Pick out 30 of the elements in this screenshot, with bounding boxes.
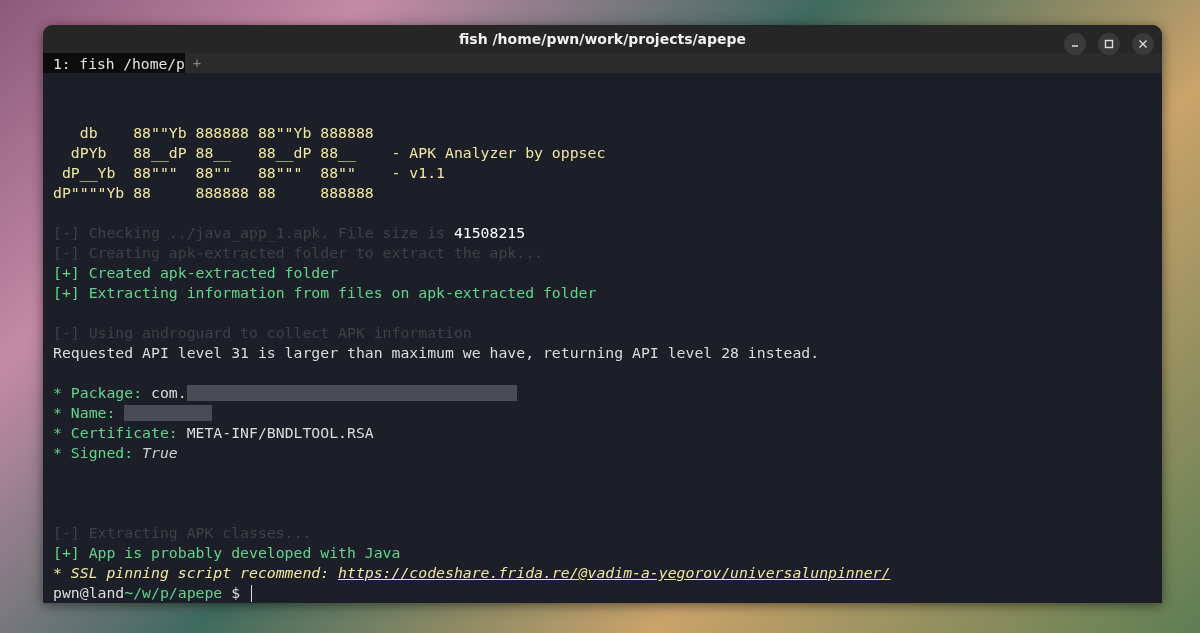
maximize-icon [1104, 39, 1114, 49]
url-link[interactable]: https://codeshare.frida.re/@vadim-a-yegorov/universalunpinner/ [338, 563, 891, 583]
log-text: Requested API level 31 is larger than maximum we have, returning API level 28 instead. [53, 343, 820, 363]
log-text: META-INF/BNDLTOOL.RSA [186, 423, 374, 443]
banner-text: db 88""Yb 888888 88""Yb 888888 [78, 123, 374, 143]
log-text: com. [151, 383, 187, 403]
banner-text: dP__Yb 88""" 88"" 88""" 88"" - v1.1 [60, 163, 445, 183]
log-text: 41508215 [453, 223, 526, 243]
terminal-tab[interactable]: 1: fish /home/p [43, 53, 185, 73]
log-text: * Certificate: [53, 423, 179, 443]
banner-text: dPYb 88__dP 88__ 88__dP 88__ - APK Analyzer by oppsec [69, 143, 606, 163]
minimize-button[interactable] [1064, 33, 1086, 55]
log-text: [+] Extracting information from files on apk-extracted folder [53, 283, 597, 303]
log-text: [+] Created apk-extracted folder [53, 263, 339, 283]
log-text: ~/w/p/apepe [124, 583, 223, 603]
log-text: $ [230, 583, 242, 603]
maximize-button[interactable] [1098, 33, 1120, 55]
log-text: pwn@land [53, 583, 125, 603]
text-cursor [251, 584, 252, 602]
banner-text: dP""""Yb 88 888888 88 888888 [53, 183, 374, 203]
close-button[interactable] [1132, 33, 1154, 55]
window-title: fish /home/pwn/work/projects/apepe [458, 31, 747, 47]
new-tab-button[interactable]: + [184, 55, 210, 71]
log-text: * Package: [53, 383, 144, 403]
log-text: * SSL pinning script recommend: [53, 563, 331, 583]
log-text: [+] App is probably developed with Java [53, 543, 401, 563]
close-icon [1138, 39, 1148, 49]
log-text: * Signed: [53, 443, 135, 463]
log-text: * Name: [53, 403, 117, 423]
log-text: True [142, 443, 178, 463]
